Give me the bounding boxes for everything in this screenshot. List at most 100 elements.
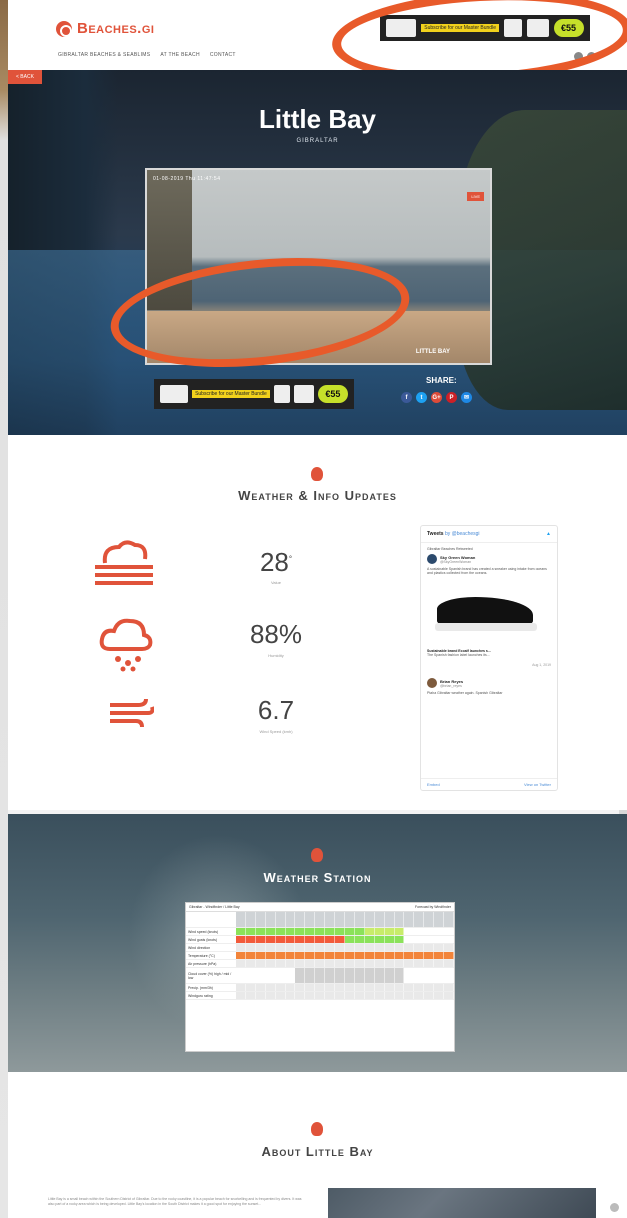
nav-item-contact[interactable]: CONTACT	[210, 52, 236, 58]
forecast-cell	[265, 968, 276, 983]
forecast-cell	[404, 984, 415, 991]
forecast-cell	[434, 984, 445, 991]
forecast-cell	[315, 992, 326, 999]
fog-cloud-icon	[95, 540, 153, 585]
forecast-cell	[404, 952, 415, 959]
forecast-cell	[424, 936, 435, 943]
forecast-cell	[255, 936, 266, 943]
forecast-cell	[374, 960, 385, 967]
forecast-cell	[344, 936, 355, 943]
forecast-cell	[414, 944, 425, 951]
humidity-value: 88%	[249, 619, 303, 649]
forecast-cell	[374, 936, 385, 943]
forecast-cell	[394, 984, 405, 991]
tweet-item[interactable]: Gibraltar Beaches Retweeted Sky Green Wo…	[421, 543, 557, 579]
forecast-cell	[285, 928, 296, 935]
forecast-cell	[414, 992, 425, 999]
embed-link[interactable]: Embed	[427, 782, 440, 787]
forecast-label-precip: Precip. (mm/3h)	[186, 984, 236, 992]
forecast-label-rating: Windguru rating	[186, 992, 236, 1000]
forecast-cell	[245, 992, 256, 999]
forecast-cell	[344, 960, 355, 967]
tweet-date[interactable]: Aug 1, 2019	[427, 663, 551, 667]
tweets-footer: Embed View on Twitter	[421, 778, 557, 790]
avatar[interactable]	[427, 678, 437, 688]
forecast-cell	[255, 912, 266, 927]
facebook-share-icon[interactable]: f	[401, 392, 412, 403]
email-share-icon[interactable]: ✉	[461, 392, 472, 403]
forecast-cell	[245, 944, 256, 951]
forecast-cell	[354, 928, 365, 935]
forecast-cell	[424, 912, 435, 927]
back-button[interactable]: < BACK	[8, 70, 42, 84]
forecast-cell	[384, 912, 395, 927]
forecast-row	[236, 960, 454, 968]
forecast-cell	[335, 984, 345, 991]
weather-station-section: Weather Station Gibraltar - Windfinder /…	[8, 814, 627, 1072]
forecast-cell	[325, 944, 336, 951]
forecast-cell	[305, 936, 316, 943]
twitter-timeline-widget[interactable]: Tweets by @beachesgi ▲ Gibraltar Beaches…	[420, 525, 558, 791]
forecast-cell	[265, 984, 276, 991]
forecast-cell	[265, 992, 276, 999]
windfinder-forecast-widget[interactable]: Gibraltar - Windfinder / Little Bay Fore…	[185, 902, 455, 1052]
scroll-to-top-button[interactable]	[610, 1203, 619, 1212]
forecast-cell	[364, 936, 375, 943]
forecast-cell	[414, 960, 425, 967]
nav-item-beaches[interactable]: GIBRALTAR BEACHES & SEABLIMS	[58, 52, 150, 58]
about-text: Little Bay is a small beach within the S…	[48, 1197, 302, 1206]
forecast-cell	[444, 960, 454, 967]
forecast-cell	[424, 984, 435, 991]
tweet-item-2[interactable]: Brian Reyes @brian_reyes Ptaha Gibraltar…	[421, 671, 557, 699]
temperature-label: Value	[271, 580, 281, 585]
forecast-cell	[285, 936, 296, 943]
forecast-label-temperature: Temperature (°C)	[186, 952, 236, 960]
forecast-cell	[444, 912, 454, 927]
pinterest-share-icon[interactable]: P	[446, 392, 457, 403]
forecast-cell	[394, 936, 405, 943]
forecast-cell	[444, 944, 454, 951]
wind-speed-label: Wind Speed (kmh)	[259, 729, 293, 734]
view-on-twitter-link[interactable]: View on Twitter	[524, 782, 551, 787]
logo-text: Beaches.gi	[77, 20, 155, 37]
site-logo[interactable]: Beaches.gi	[56, 20, 154, 37]
forecast-cell	[255, 992, 266, 999]
avatar[interactable]	[427, 554, 437, 564]
forecast-cell	[315, 968, 326, 983]
forecast-cell	[305, 960, 316, 967]
forecast-cell	[325, 936, 336, 943]
forecast-provider[interactable]: Forecast by Windfinder	[415, 905, 451, 909]
forecast-cell	[325, 992, 336, 999]
forecast-cell	[335, 912, 345, 927]
tweet-body: A sustainable Spanish brand has created …	[427, 567, 547, 575]
live-badge: LIVE	[467, 192, 484, 201]
forecast-cell	[364, 912, 375, 927]
forecast-cell	[384, 968, 395, 983]
forecast-cell	[305, 944, 316, 951]
nav-item-at-the-beach[interactable]: AT THE BEACH	[160, 52, 199, 58]
forecast-row	[236, 992, 454, 1000]
forecast-cell	[384, 944, 395, 951]
forecast-cell	[245, 928, 256, 935]
forecast-cell	[325, 968, 336, 983]
tweet-card[interactable]: Sustainable brand Ecoalf launches s... T…	[421, 645, 557, 671]
hero-ad-banner[interactable]: Subscribe for our Master Bundle €55	[154, 379, 354, 409]
about-aerial-map[interactable]	[328, 1188, 596, 1218]
forecast-cell	[295, 960, 306, 967]
forecast-cell	[374, 912, 385, 927]
forecast-cell	[236, 984, 246, 991]
google-plus-share-icon[interactable]: G+	[431, 392, 442, 403]
twitter-share-icon[interactable]: t	[416, 392, 427, 403]
temperature-value: 28°	[216, 547, 336, 578]
forecast-cell	[354, 952, 365, 959]
forecast-cell	[344, 952, 355, 959]
forecast-cell	[374, 992, 385, 999]
tweets-handle-link[interactable]: by @beachesgi	[445, 531, 480, 537]
forecast-cell	[344, 968, 355, 983]
forecast-cell	[344, 984, 355, 991]
forecast-cell	[335, 968, 345, 983]
card-description: The Spanish fashion label launches its..…	[427, 653, 490, 657]
author-name[interactable]: Sky Green Woman	[440, 555, 475, 560]
author-name-2[interactable]: Brian Reyes	[440, 679, 463, 684]
tweet-media-shoe[interactable]	[427, 583, 551, 641]
